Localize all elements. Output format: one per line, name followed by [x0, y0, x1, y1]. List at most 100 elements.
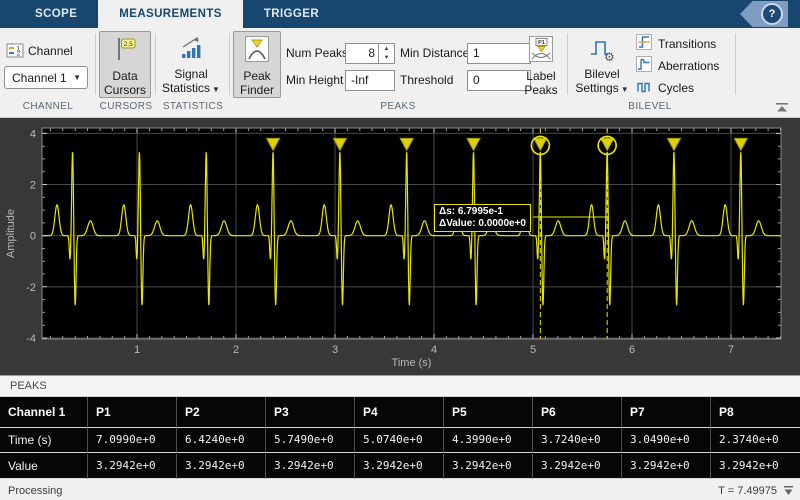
channel-label: Channel	[28, 44, 73, 58]
group-label-peaks: PEAKS	[380, 101, 416, 112]
peaks-table-value-cell: 3.0490e+0	[622, 428, 711, 454]
peaks-table-header-cell: P2	[177, 397, 266, 428]
simulation-time: T = 7.49975	[718, 484, 777, 497]
tab-scope[interactable]: SCOPE	[14, 0, 98, 28]
cycles-label: Cycles	[658, 81, 695, 95]
status-bar: Processing T = 7.49975	[0, 479, 800, 500]
x-tick-label: 2	[233, 344, 239, 356]
signal-statistics-button-label: Signal Statistics ▼	[162, 67, 220, 95]
svg-text:P1: P1	[538, 40, 545, 46]
tab-measurements[interactable]: MEASUREMENTS	[98, 0, 243, 28]
num-peaks-value[interactable]: 8	[346, 44, 378, 63]
spin-up-button[interactable]: ▲	[379, 44, 394, 54]
cursor-delta-value: ΔValue: 0.0000e+0	[439, 218, 526, 229]
peaks-table-value-cell: 6.4240e+0	[177, 428, 266, 454]
group-label-channel: CHANNEL	[22, 101, 74, 112]
peaks-table-header-cell: P4	[355, 397, 444, 428]
peaks-table-value-cell: 7.0990e+0	[88, 428, 177, 454]
help-button[interactable]: ?	[761, 3, 783, 25]
chevron-down-icon: ▼	[620, 85, 629, 94]
group-divider	[567, 33, 568, 95]
num-peaks-label: Num Peaks	[286, 46, 349, 60]
toolstrip-tabbar: SCOPE MEASUREMENTS TRIGGER ?	[0, 0, 800, 28]
peaks-table-header-cell: P1	[88, 397, 177, 428]
peaks-table-value-cell: 5.0740e+0	[355, 428, 444, 454]
peaks-table-header-cell: P6	[533, 397, 622, 428]
min-height-input[interactable]: -Inf	[345, 70, 395, 91]
chevron-down-icon: ▼	[212, 85, 220, 94]
x-tick-label: 1	[134, 344, 140, 356]
cursor-delta-time: Δs: 6.7995e-1	[439, 206, 503, 217]
transitions-icon	[636, 33, 652, 55]
signal-statistics-button[interactable]: Signal Statistics ▼	[160, 31, 222, 98]
peaks-table-value-cell: 3.2942e+0	[355, 453, 444, 479]
y-tick-label: 4	[30, 128, 36, 140]
svg-text:2.5: 2.5	[124, 41, 133, 48]
peaks-panel: PEAKS Channel 1 P1 P2 P3 P4 P5 P6 P7 P8 Time (s) 7…	[0, 375, 800, 479]
peaks-table-value-cell: 3.2942e+0	[177, 453, 266, 479]
channel-dropdown-value: Channel 1	[12, 70, 67, 85]
axes-background	[42, 128, 781, 339]
label-peaks-icon: P1	[529, 36, 553, 67]
group-divider	[95, 33, 96, 95]
peak-finder-button[interactable]: Peak Finder	[233, 31, 281, 98]
peaks-table-value-cell: 3.2942e+0	[711, 454, 800, 479]
num-peaks-spinner[interactable]: 8 ▲ ▼	[345, 43, 395, 64]
chevron-down-icon: ▼	[73, 73, 81, 82]
peaks-table-value-cell: 5.7490e+0	[266, 428, 355, 454]
peaks-table-value-cell: 4.3990e+0	[444, 428, 533, 454]
group-divider	[155, 33, 156, 95]
x-tick-label: 7	[728, 344, 734, 356]
peak-finder-icon	[245, 36, 269, 67]
scope-axes: 1 2 3 4 5 6 7-4-2024Time (s)Amplitude	[5, 127, 782, 369]
aberrations-icon	[636, 55, 652, 77]
collapse-toolstrip-button[interactable]	[774, 101, 790, 119]
cycles-icon	[636, 78, 652, 99]
min-distance-label: Min Distance	[400, 46, 470, 60]
aberrations-button[interactable]: Aberrations	[636, 55, 720, 77]
y-tick-label: -4	[26, 333, 36, 345]
x-tick-label: 4	[431, 344, 437, 356]
group-label-statistics: STATISTICS	[162, 101, 224, 112]
peaks-table-header-cell: P5	[444, 397, 533, 428]
y-axis-label: Amplitude	[5, 209, 17, 258]
help-banner: ?	[740, 1, 788, 27]
x-tick-label: 6	[629, 344, 635, 356]
scope-window: SCOPE MEASUREMENTS TRIGGER ? 12 Channel …	[0, 0, 800, 500]
peaks-table-value-cell: 3.2942e+0	[444, 453, 533, 479]
signal-statistics-icon	[179, 36, 203, 65]
transitions-button[interactable]: Transitions	[636, 33, 717, 55]
svg-text:⚙: ⚙	[604, 50, 615, 62]
num-peaks-spin-buttons: ▲ ▼	[378, 44, 394, 63]
peaks-table-channel-header: Channel 1	[0, 397, 88, 428]
cursor-delta-tooltip[interactable]: Δs: 6.7995e-1 ΔValue: 0.0000e+0	[434, 204, 531, 232]
x-axis-label: Time (s)	[392, 357, 432, 369]
group-divider	[735, 33, 736, 95]
aberrations-label: Aberrations	[658, 59, 720, 73]
min-height-label: Min Height	[286, 73, 344, 87]
bilevel-settings-icon: ⚙	[588, 36, 616, 67]
channel-icon: 12	[6, 43, 24, 64]
peak-finder-button-label: Peak Finder	[239, 69, 274, 97]
data-cursors-button-label: Data Cursors	[103, 69, 146, 97]
data-cursors-icon: 2.5	[113, 36, 137, 67]
peaks-table-value-cell: 3.7240e+0	[533, 428, 622, 454]
label-peaks-button[interactable]: P1 Label Peaks	[518, 31, 564, 98]
tab-trigger[interactable]: TRIGGER	[243, 0, 340, 28]
group-label-cursors: CURSORS	[99, 101, 153, 112]
transitions-label: Transitions	[658, 37, 717, 51]
data-cursors-button[interactable]: 2.5 Data Cursors	[99, 31, 151, 98]
measurements-toolstrip: 12 Channel Channel 1 ▼ 2.5 Data Cursors S…	[0, 28, 800, 118]
peaks-panel-title: PEAKS	[0, 375, 800, 397]
peaks-table-value-cell: 2.3740e+0	[711, 428, 800, 454]
peaks-table-header-cell: P7	[622, 397, 711, 428]
jump-to-end-icon[interactable]	[783, 485, 794, 496]
peaks-table-header-cell: P8	[711, 397, 800, 428]
spin-down-button[interactable]: ▼	[379, 54, 394, 64]
threshold-label: Threshold	[400, 73, 454, 87]
channel-dropdown[interactable]: Channel 1 ▼	[4, 66, 88, 89]
scope-plot-panel: 1 2 3 4 5 6 7 -4 -2 0 2 4 Time (s) Amplitude Δs: 6.79…	[0, 118, 800, 375]
cycles-button[interactable]: Cycles	[636, 78, 694, 98]
bilevel-settings-button[interactable]: ⚙ Bilevel Settings ▼	[573, 31, 631, 98]
peaks-table-value-cell: 3.2942e+0	[88, 453, 177, 479]
